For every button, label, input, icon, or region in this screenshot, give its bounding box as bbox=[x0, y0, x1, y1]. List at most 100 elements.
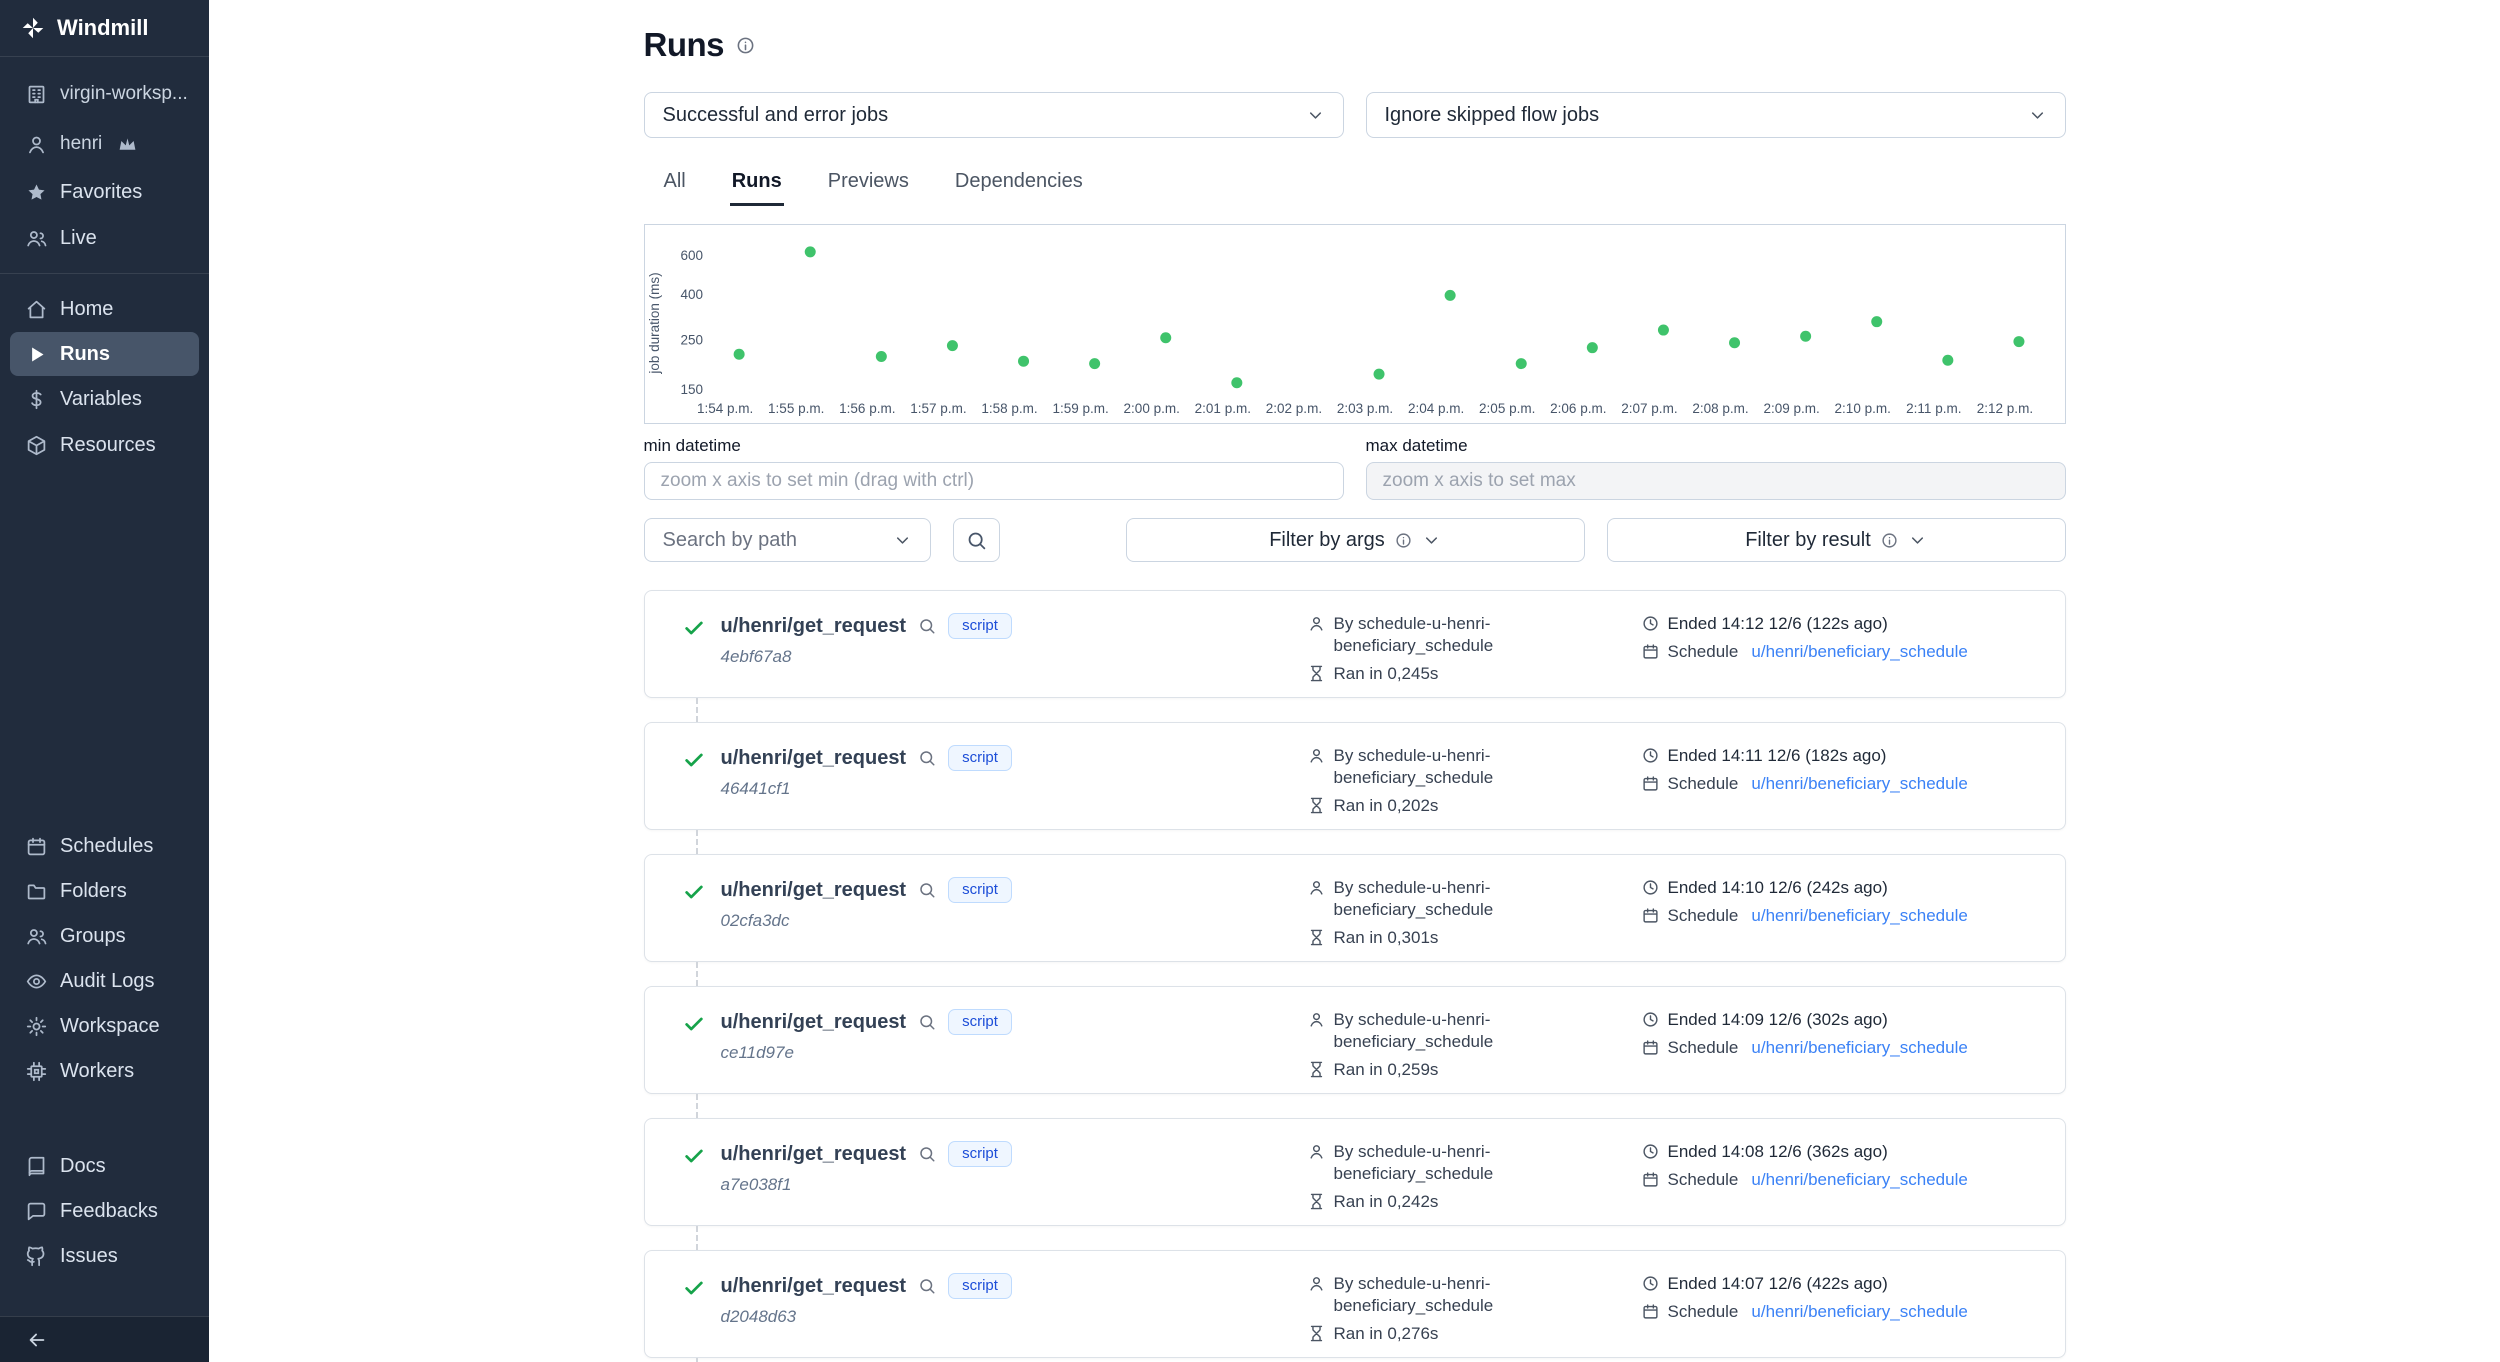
chart-point bbox=[804, 246, 815, 257]
min-datetime-input[interactable] bbox=[644, 462, 1344, 500]
person-icon bbox=[1308, 1143, 1325, 1160]
search-by-path-select[interactable]: Search by path bbox=[644, 518, 931, 562]
schedule-link[interactable]: u/henri/beneficiary_schedule bbox=[1751, 641, 1967, 663]
inspect-run-icon[interactable] bbox=[918, 1013, 936, 1031]
svg-text:2:11 p.m.: 2:11 p.m. bbox=[1906, 401, 1961, 416]
schedule-link[interactable]: u/henri/beneficiary_schedule bbox=[1751, 1037, 1967, 1059]
sidebar-item-resources[interactable]: Resources bbox=[0, 422, 209, 468]
run-path-link[interactable]: u/henri/get_request bbox=[721, 1143, 907, 1166]
run-duration: Ran in 0,276s bbox=[1334, 1323, 1439, 1345]
script-badge: script bbox=[948, 877, 1012, 903]
timeline-connector bbox=[696, 830, 698, 854]
building-icon bbox=[26, 84, 47, 105]
run-path-link[interactable]: u/henri/get_request bbox=[721, 879, 907, 902]
run-path-link[interactable]: u/henri/get_request bbox=[721, 615, 907, 638]
chart-point bbox=[1444, 290, 1455, 301]
tabs: All Runs Previews Dependencies bbox=[644, 164, 2066, 206]
svg-text:2:10 p.m.: 2:10 p.m. bbox=[1834, 401, 1890, 416]
ended-at: Ended 14:12 12/6 (122s ago) bbox=[1668, 613, 1888, 635]
calendar-icon bbox=[1642, 1303, 1659, 1320]
triggered-by: By schedule-u-henri-beneficiary_schedule bbox=[1334, 1141, 1574, 1185]
run-card[interactable]: u/henri/get_request script 4ebf67a8 By s… bbox=[644, 590, 2066, 698]
schedule-link[interactable]: u/henri/beneficiary_schedule bbox=[1751, 1169, 1967, 1191]
calendar-icon bbox=[1642, 643, 1659, 660]
schedule-link[interactable]: u/henri/beneficiary_schedule bbox=[1751, 773, 1967, 795]
clock-icon bbox=[1642, 1275, 1659, 1292]
schedule-link[interactable]: u/henri/beneficiary_schedule bbox=[1751, 1301, 1967, 1323]
filter-by-args-button[interactable]: Filter by args bbox=[1126, 518, 1585, 562]
sidebar-item-variables[interactable]: Variables bbox=[0, 376, 209, 422]
workspace-name: virgin-worksp... bbox=[60, 83, 188, 105]
timeline-connector bbox=[696, 1358, 698, 1362]
search-button[interactable] bbox=[953, 518, 1000, 562]
sidebar-item-label: Groups bbox=[60, 925, 126, 948]
brand[interactable]: Windmill bbox=[0, 0, 209, 57]
sidebar-item-docs[interactable]: Docs bbox=[0, 1144, 209, 1189]
svg-text:2:06 p.m.: 2:06 p.m. bbox=[1550, 401, 1606, 416]
run-path-link[interactable]: u/henri/get_request bbox=[721, 747, 907, 770]
tab-all[interactable]: All bbox=[662, 164, 688, 206]
max-datetime-label: max datetime bbox=[1366, 436, 2066, 456]
chart-point bbox=[1373, 369, 1384, 380]
run-path-link[interactable]: u/henri/get_request bbox=[721, 1011, 907, 1034]
run-card[interactable]: u/henri/get_request script 46441cf1 By s… bbox=[644, 722, 2066, 830]
run-path-link[interactable]: u/henri/get_request bbox=[721, 1275, 907, 1298]
person-icon bbox=[1308, 1275, 1325, 1292]
user-menu[interactable]: henri bbox=[0, 119, 209, 169]
run-id: 02cfa3dc bbox=[721, 911, 1308, 931]
inspect-run-icon[interactable] bbox=[918, 1145, 936, 1163]
brand-name: Windmill bbox=[57, 15, 148, 41]
chart-point bbox=[1657, 325, 1668, 336]
tab-previews[interactable]: Previews bbox=[826, 164, 911, 206]
chevron-down-icon bbox=[1306, 106, 1325, 125]
run-card[interactable]: u/henri/get_request script d2048d63 By s… bbox=[644, 1250, 2066, 1358]
sidebar-item-groups[interactable]: Groups bbox=[0, 914, 209, 959]
sidebar-item-folders[interactable]: Folders bbox=[0, 869, 209, 914]
workspace-selector[interactable]: virgin-worksp... bbox=[0, 69, 209, 119]
svg-text:1:58 p.m.: 1:58 p.m. bbox=[981, 401, 1037, 416]
run-card[interactable]: u/henri/get_request script 02cfa3dc By s… bbox=[644, 854, 2066, 962]
inspect-run-icon[interactable] bbox=[918, 617, 936, 635]
tab-dependencies[interactable]: Dependencies bbox=[953, 164, 1085, 206]
calendar-icon bbox=[1642, 907, 1659, 924]
sidebar-item-workspace[interactable]: Workspace bbox=[0, 1004, 209, 1049]
sidebar-item-runs[interactable]: Runs bbox=[10, 332, 199, 376]
run-card[interactable]: u/henri/get_request script a7e038f1 By s… bbox=[644, 1118, 2066, 1226]
svg-text:1:55 p.m.: 1:55 p.m. bbox=[768, 401, 824, 416]
sidebar-item-workers[interactable]: Workers bbox=[0, 1049, 209, 1094]
sidebar-item-issues[interactable]: Issues bbox=[0, 1234, 209, 1279]
svg-text:2:01 p.m.: 2:01 p.m. bbox=[1194, 401, 1250, 416]
github-icon bbox=[26, 1246, 47, 1267]
sidebar-item-feedbacks[interactable]: Feedbacks bbox=[0, 1189, 209, 1234]
skipped-filter-select[interactable]: Ignore skipped flow jobs bbox=[1366, 92, 2066, 138]
sidebar-item-schedules[interactable]: Schedules bbox=[0, 824, 209, 869]
run-card[interactable]: u/henri/get_request script ce11d97e By s… bbox=[644, 986, 2066, 1094]
status-filter-select[interactable]: Successful and error jobs bbox=[644, 92, 1344, 138]
collapse-sidebar-button[interactable] bbox=[0, 1316, 209, 1362]
sidebar-item-audit-logs[interactable]: Audit Logs bbox=[0, 959, 209, 1004]
tab-runs[interactable]: Runs bbox=[730, 164, 784, 206]
triggered-by: By schedule-u-henri-beneficiary_schedule bbox=[1334, 1273, 1574, 1317]
filter-by-result-button[interactable]: Filter by result bbox=[1607, 518, 2066, 562]
inspect-run-icon[interactable] bbox=[918, 881, 936, 899]
star-icon bbox=[26, 182, 47, 203]
info-icon[interactable] bbox=[736, 36, 755, 55]
chevron-down-icon bbox=[893, 531, 912, 550]
job-duration-chart[interactable]: 600400250150job duration (ms)1:54 p.m.1:… bbox=[644, 224, 2066, 424]
schedule-label: Schedule bbox=[1668, 1037, 1739, 1059]
play-icon bbox=[26, 344, 47, 365]
chart-point bbox=[1089, 358, 1100, 369]
inspect-run-icon[interactable] bbox=[918, 1277, 936, 1295]
hourglass-icon bbox=[1308, 797, 1325, 814]
max-datetime-input[interactable] bbox=[1366, 462, 2066, 500]
sidebar-item-home[interactable]: Home bbox=[0, 286, 209, 332]
inspect-run-icon[interactable] bbox=[918, 749, 936, 767]
schedule-link[interactable]: u/henri/beneficiary_schedule bbox=[1751, 905, 1967, 927]
folder-icon bbox=[26, 881, 47, 902]
sidebar-item-live[interactable]: Live bbox=[0, 215, 209, 261]
sidebar-item-favorites[interactable]: Favorites bbox=[0, 169, 209, 215]
filter-by-args-label: Filter by args bbox=[1269, 529, 1385, 552]
skipped-filter-value: Ignore skipped flow jobs bbox=[1385, 104, 1600, 127]
svg-text:2:02 p.m.: 2:02 p.m. bbox=[1265, 401, 1321, 416]
chart-point bbox=[1871, 316, 1882, 327]
